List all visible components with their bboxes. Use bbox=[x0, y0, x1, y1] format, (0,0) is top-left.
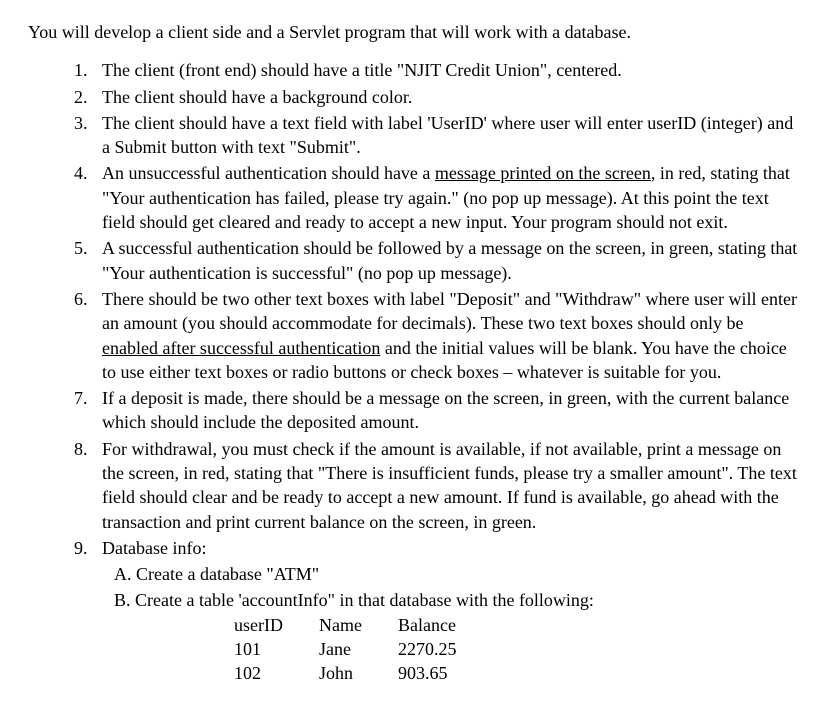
item-7: If a deposit is made, there should be a … bbox=[92, 386, 799, 435]
item-9: Database info: A. Create a database "ATM… bbox=[92, 536, 799, 686]
account-info-table: userID Name Balance 101 Jane 2270.25 102… bbox=[234, 613, 492, 686]
item-3-text: The client should have a text field with… bbox=[102, 113, 793, 157]
item-9-sublist: A. Create a database "ATM" B. Create a t… bbox=[102, 562, 799, 685]
item-2-text: The client should have a background colo… bbox=[102, 87, 412, 107]
item-6-underline: enabled after successful authentication bbox=[102, 338, 380, 358]
header-userid: userID bbox=[234, 613, 319, 637]
item-9a: A. Create a database "ATM" bbox=[114, 562, 799, 586]
intro-paragraph: You will develop a client side and a Ser… bbox=[28, 20, 799, 44]
item-3: The client should have a text field with… bbox=[92, 111, 799, 160]
item-5: A successful authentication should be fo… bbox=[92, 236, 799, 285]
item-8-text: For withdrawal, you must check if the am… bbox=[102, 439, 797, 532]
item-1-text: The client (front end) should have a tit… bbox=[102, 60, 622, 80]
item-2: The client should have a background colo… bbox=[92, 85, 799, 109]
item-6: There should be two other text boxes wit… bbox=[92, 287, 799, 384]
table-row: 101 Jane 2270.25 bbox=[234, 637, 492, 661]
item-9-text: Database info: bbox=[102, 538, 206, 558]
cell-balance: 2270.25 bbox=[398, 637, 493, 661]
item-9b: B. Create a table 'accountInfo" in that … bbox=[114, 588, 799, 612]
cell-userid: 102 bbox=[234, 661, 319, 685]
table-row: 102 John 903.65 bbox=[234, 661, 492, 685]
item-4: An unsuccessful authentication should ha… bbox=[92, 161, 799, 234]
item-7-text: If a deposit is made, there should be a … bbox=[102, 388, 789, 432]
item-8: For withdrawal, you must check if the am… bbox=[92, 437, 799, 534]
header-balance: Balance bbox=[398, 613, 493, 637]
item-6-text-a: There should be two other text boxes wit… bbox=[102, 289, 797, 333]
item-1: The client (front end) should have a tit… bbox=[92, 58, 799, 82]
requirements-list: The client (front end) should have a tit… bbox=[28, 58, 799, 685]
cell-name: Jane bbox=[319, 637, 398, 661]
table-header-row: userID Name Balance bbox=[234, 613, 492, 637]
item-5-text: A successful authentication should be fo… bbox=[102, 238, 797, 282]
header-name: Name bbox=[319, 613, 398, 637]
item-4-text-a: An unsuccessful authentication should ha… bbox=[102, 163, 435, 183]
cell-userid: 101 bbox=[234, 637, 319, 661]
cell-balance: 903.65 bbox=[398, 661, 493, 685]
cell-name: John bbox=[319, 661, 398, 685]
item-4-underline: message printed on the screen bbox=[435, 163, 651, 183]
